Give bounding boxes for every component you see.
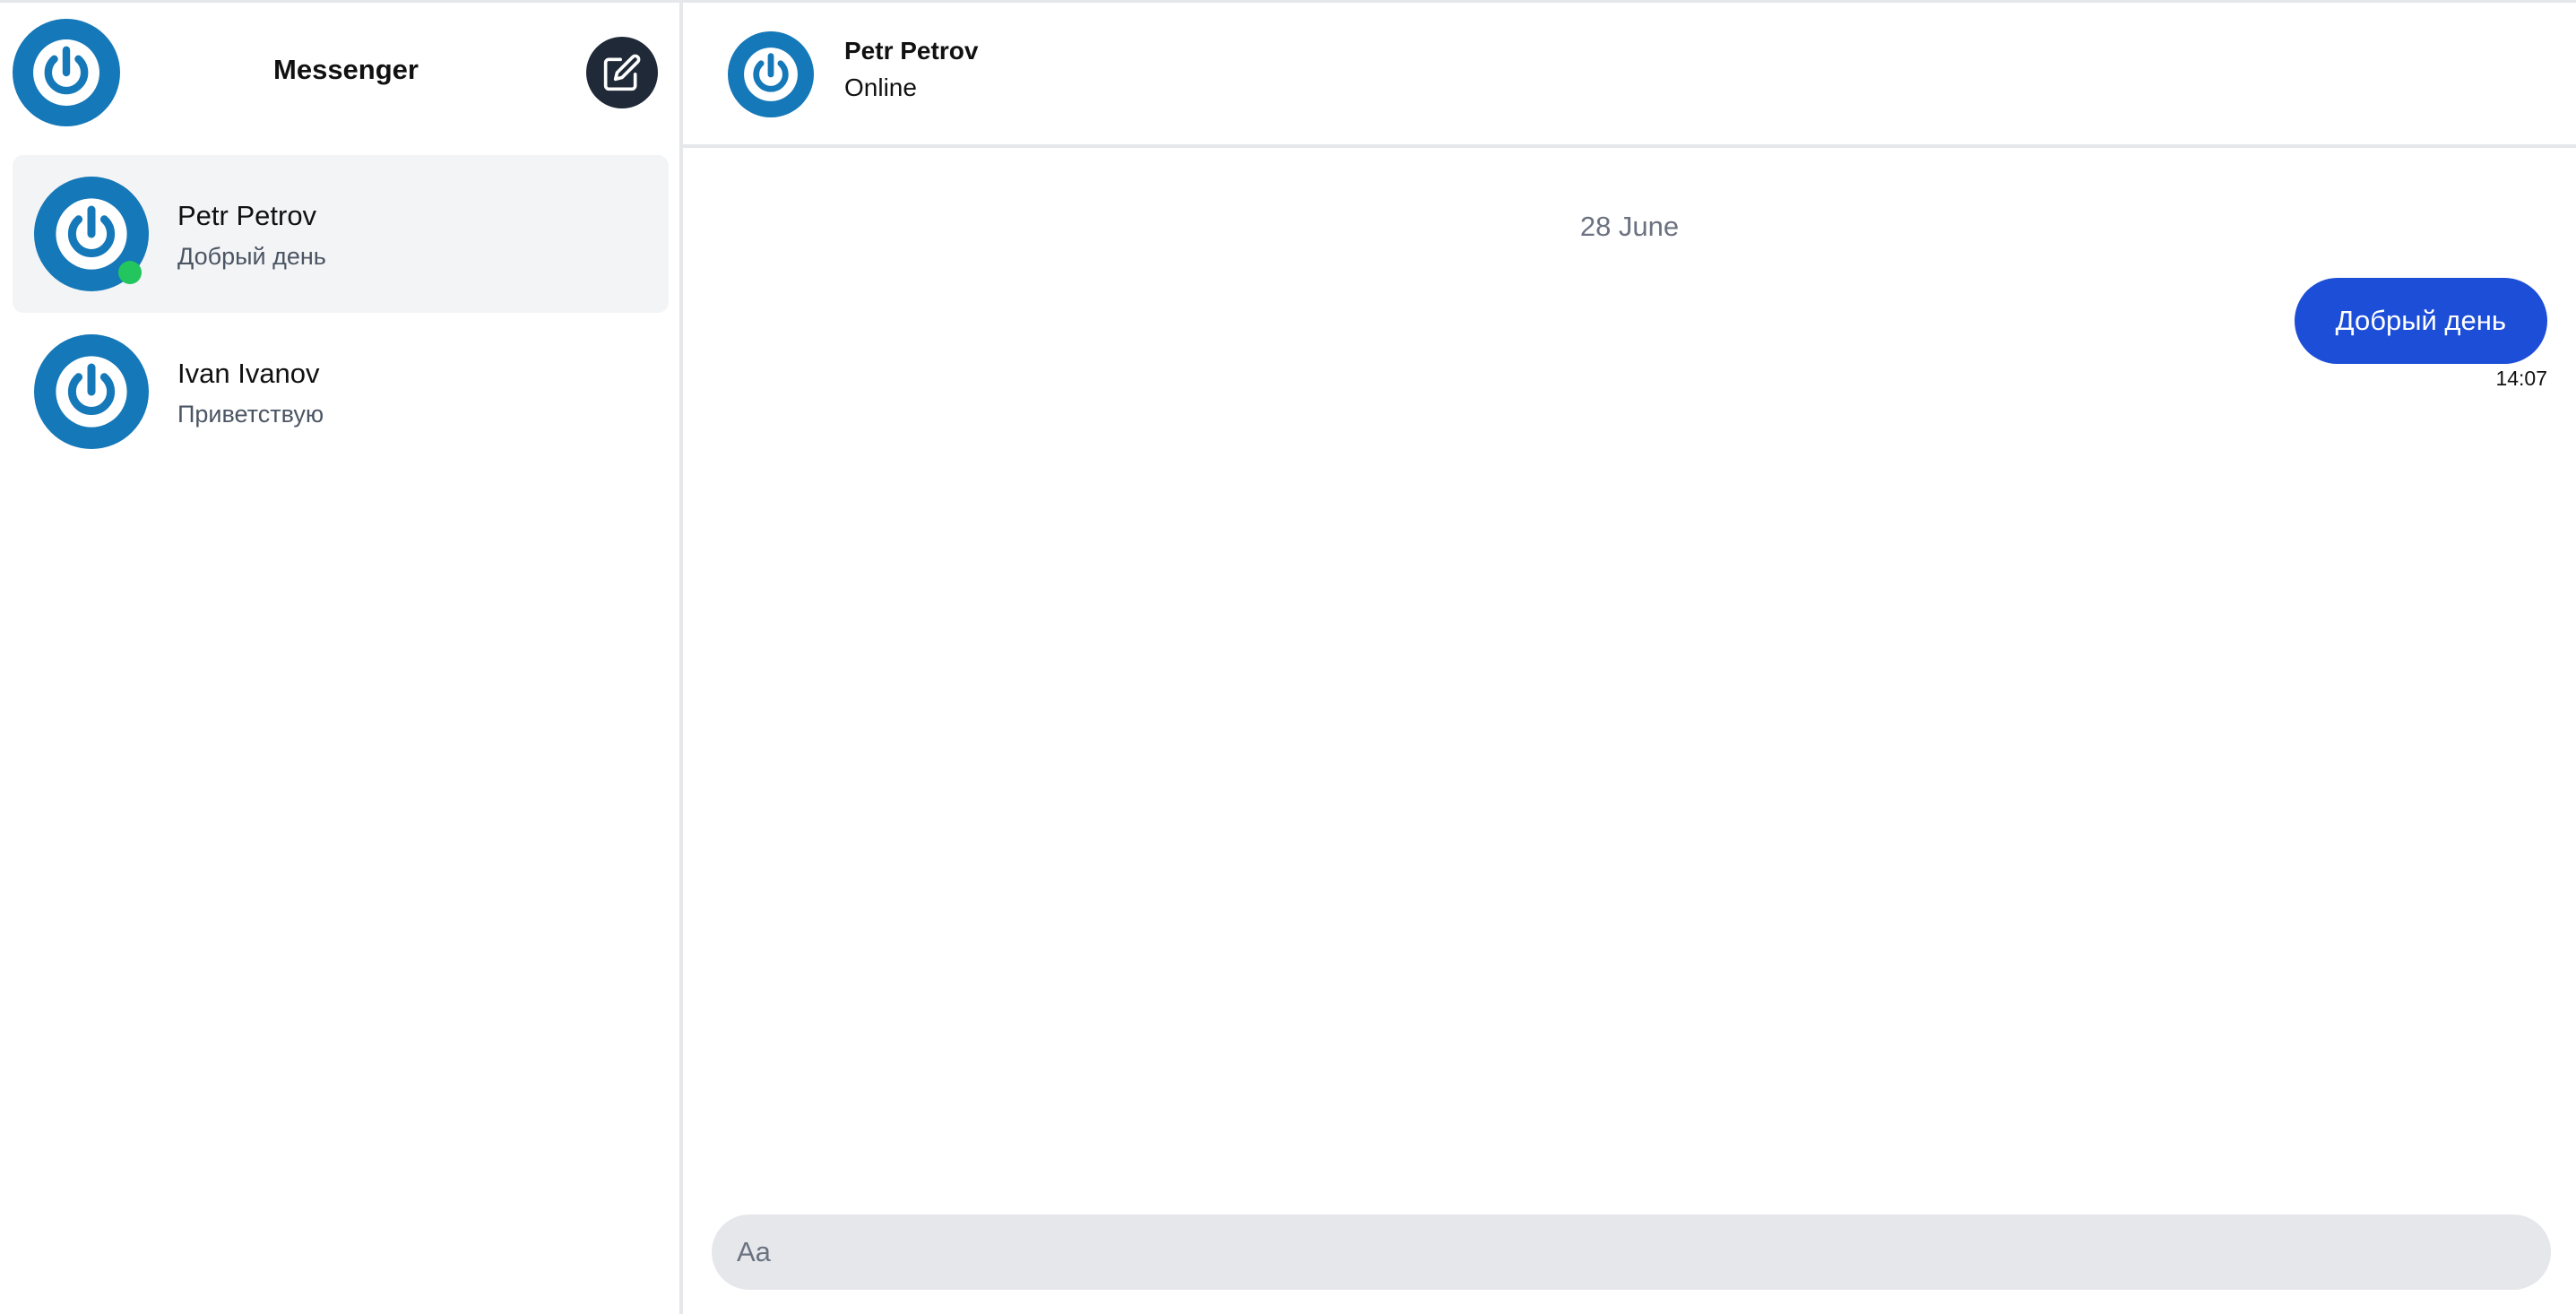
power-icon	[56, 198, 127, 270]
power-icon	[56, 356, 127, 428]
compose-button[interactable]	[586, 37, 658, 108]
conversation-preview: Добрый день	[177, 243, 326, 270]
avatar	[34, 334, 149, 449]
sidebar: Messenger Petr Petrov Добрый день Ivan I…	[0, 3, 683, 1314]
online-indicator	[118, 261, 142, 284]
compose-icon	[603, 54, 641, 91]
message-timestamp: 14:07	[2495, 367, 2547, 390]
date-separator: 28 June	[1579, 211, 1680, 242]
conversation-item-ivan-ivanov[interactable]: Ivan Ivanov Приветствую	[13, 313, 669, 471]
message-composer	[712, 1215, 2551, 1290]
conversation-list: Petr Petrov Добрый день Ivan Ivanov Прив…	[13, 155, 669, 471]
contact-name: Petr Petrov	[844, 37, 979, 65]
power-icon	[744, 48, 798, 101]
sidebar-header: Messenger	[0, 3, 679, 146]
conversation-name: Ivan Ivanov	[177, 358, 320, 389]
contact-avatar[interactable]	[728, 31, 814, 117]
outgoing-message[interactable]: Добрый день	[2294, 278, 2547, 364]
messenger-app: Messenger Petr Petrov Добрый день Ivan I…	[0, 0, 2576, 1314]
conversation-preview: Приветствую	[177, 401, 324, 428]
chat-header: Petr Petrov Online	[683, 3, 2576, 148]
contact-status: Online	[844, 73, 917, 101]
message-input[interactable]	[712, 1215, 2551, 1290]
chat-panel: Petr Petrov Online 28 June Добрый день 1…	[683, 3, 2576, 1314]
conversation-item-petr-petrov[interactable]: Petr Petrov Добрый день	[13, 155, 669, 313]
conversation-name: Petr Petrov	[177, 200, 317, 231]
